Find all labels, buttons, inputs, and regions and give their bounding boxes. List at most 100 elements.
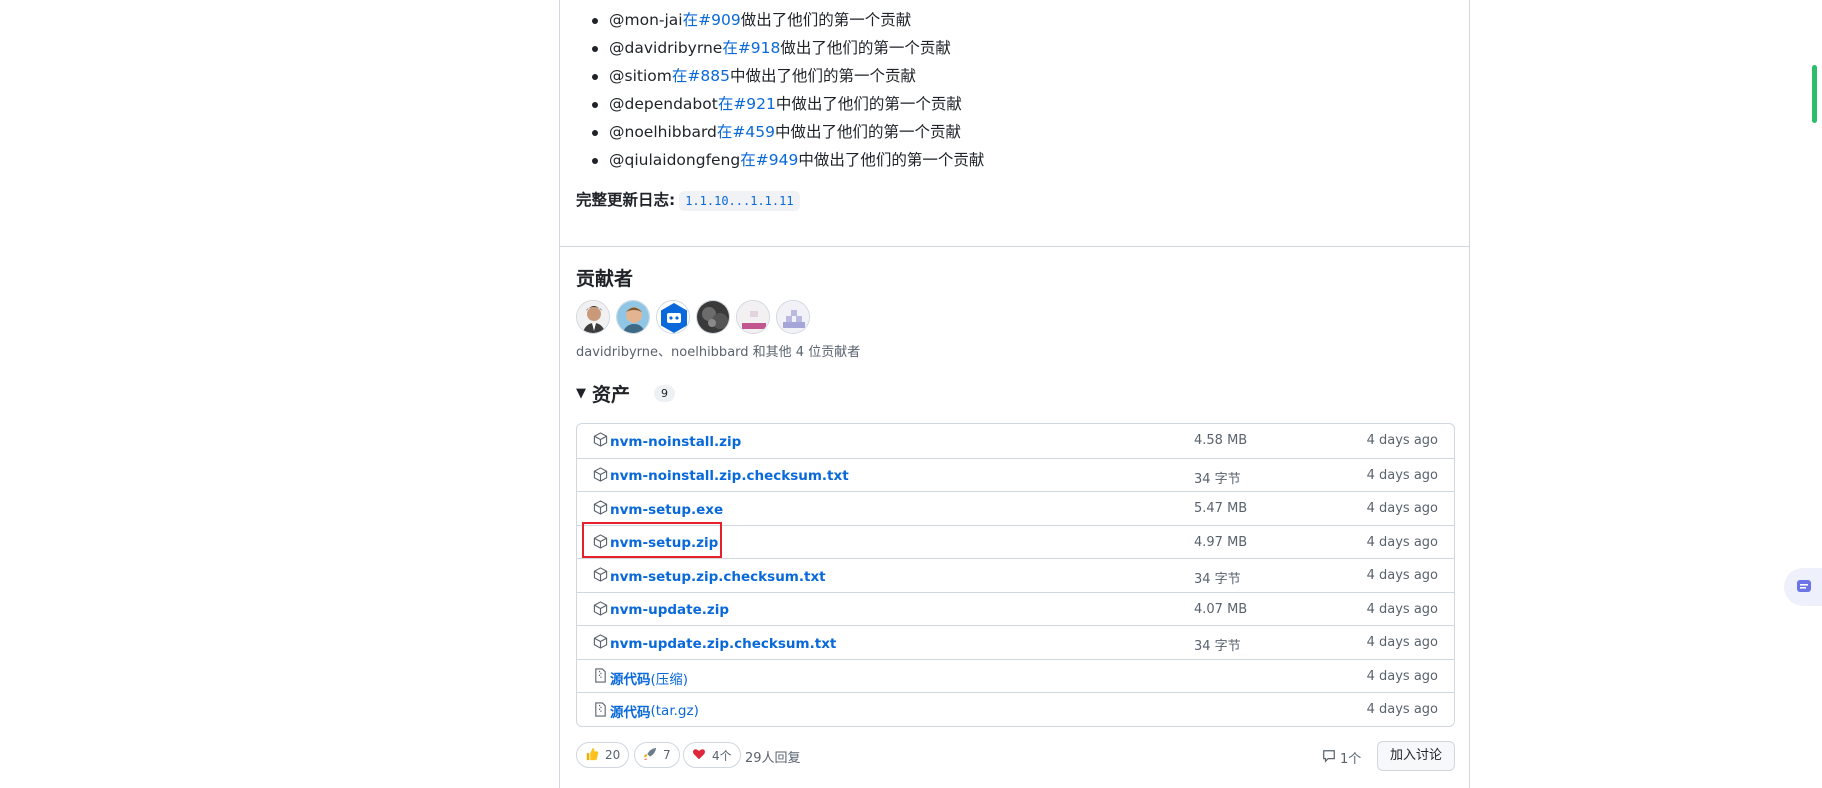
- changelog-label: 完整更新日志:: [576, 191, 676, 209]
- asset-name[interactable]: 源代码: [610, 668, 651, 688]
- package-icon: [593, 466, 610, 486]
- pr-link[interactable]: 在#921: [718, 95, 776, 113]
- user-link[interactable]: @mon-jai: [609, 11, 683, 29]
- first-contributions-list: @mon-jai在#909做出了他们的第一个贡献 @davidribyrne在#…: [591, 8, 984, 176]
- floating-assistant-button[interactable]: [1784, 568, 1822, 606]
- asset-size: 4.58 MB: [1194, 433, 1248, 448]
- table-row: nvm-noinstall.zip 4.58 MB 4 days ago: [577, 424, 1454, 458]
- pr-link[interactable]: 在#918: [722, 39, 780, 57]
- table-row: nvm-update.zip 4.07 MB 4 days ago: [577, 591, 1454, 626]
- asset-link[interactable]: nvm-update.zip: [593, 600, 729, 620]
- user-link[interactable]: @noelhibbard: [609, 123, 717, 141]
- asset-link[interactable]: nvm-setup.zip.checksum.txt: [593, 567, 826, 586]
- avatar[interactable]: [656, 300, 690, 334]
- asset-size: 34 字节: [1194, 639, 1241, 654]
- contributors-summary: davidribyrne、noelhibbard 和其他 4 位贡献者: [576, 345, 861, 360]
- table-row: 源代码 (压缩) 4 days ago: [577, 658, 1454, 693]
- avatar[interactable]: [576, 300, 610, 334]
- pr-link[interactable]: 在#949: [740, 151, 798, 169]
- table-row: nvm-setup.exe 5.47 MB 4 days ago: [577, 491, 1454, 525]
- asset-name[interactable]: nvm-setup.exe: [610, 502, 723, 518]
- table-row: nvm-setup.zip.checksum.txt 34 字节 4 days ag…: [577, 558, 1454, 592]
- asset-link[interactable]: 源代码 (tar.gz): [593, 701, 699, 721]
- comment-icon: [1322, 749, 1336, 767]
- list-item-text: 做出了他们的第一个贡献: [740, 11, 912, 29]
- list-item: @davidribyrne在#918做出了他们的第一个贡献: [591, 36, 984, 64]
- asset-date: 4 days ago: [1366, 433, 1438, 448]
- asset-date: 4 days ago: [1366, 668, 1438, 684]
- asset-date: 4 days ago: [1366, 534, 1438, 550]
- assets-table: nvm-noinstall.zip 4.58 MB 4 days ago nvm-no…: [576, 423, 1455, 727]
- list-item: @noelhibbard在#459中做出了他们的第一个贡献: [591, 120, 984, 148]
- asset-link[interactable]: 源代码 (压缩): [593, 668, 688, 688]
- package-icon: [593, 567, 610, 586]
- list-item-text: 中做出了他们的第一个贡献: [774, 123, 961, 141]
- list-item: @dependabot在#921中做出了他们的第一个贡献: [591, 92, 984, 120]
- asset-size: 34 字节: [1194, 471, 1241, 487]
- user-link[interactable]: @dependabot: [609, 95, 718, 113]
- asset-name[interactable]: nvm-noinstall.zip.checksum.txt: [610, 468, 849, 484]
- thumbs-up-count: 20: [605, 748, 621, 762]
- table-row: 源代码 (tar.gz) 4 days ago: [577, 692, 1454, 726]
- heart-count: 4个: [712, 748, 732, 763]
- file-zip-icon: [593, 668, 610, 687]
- asset-name[interactable]: nvm-update.zip: [610, 602, 729, 618]
- assets-heading[interactable]: ▼ 资产 9: [576, 380, 676, 407]
- asset-link[interactable]: nvm-update.zip.checksum.txt: [593, 634, 836, 653]
- package-icon: [593, 634, 610, 653]
- thumbs-up-reaction[interactable]: 20: [576, 742, 630, 768]
- rocket-reaction[interactable]: 7: [634, 742, 680, 768]
- avatar[interactable]: [776, 300, 810, 334]
- caret-down-icon: ▼: [576, 386, 586, 401]
- scrollbar-thumb[interactable]: [1812, 65, 1817, 123]
- user-link[interactable]: @sitiom: [609, 67, 672, 85]
- pr-link[interactable]: 在#885: [672, 67, 730, 85]
- table-row: nvm-update.zip.checksum.txt 34 字节 4 days a…: [577, 625, 1454, 659]
- thumbs-up-icon: [585, 747, 599, 764]
- asset-suffix[interactable]: (压缩): [651, 668, 689, 688]
- package-icon: [593, 600, 610, 620]
- avatar[interactable]: [696, 300, 730, 334]
- asset-size: 4.97 MB: [1194, 534, 1248, 550]
- list-item: @sitiom在#885中做出了他们的第一个贡献: [591, 64, 984, 92]
- asset-date: 4 days ago: [1366, 501, 1438, 516]
- rocket-count: 7: [663, 748, 671, 762]
- asset-name[interactable]: nvm-setup.zip.checksum.txt: [610, 569, 826, 585]
- asset-date: 4 days ago: [1366, 601, 1438, 617]
- asset-size: 4.07 MB: [1194, 601, 1248, 617]
- full-changelog: 完整更新日志: 1.1.10...1.1.11: [576, 188, 800, 211]
- asset-date: 4 days ago: [1366, 635, 1438, 650]
- asset-link[interactable]: nvm-setup.exe: [593, 500, 723, 519]
- pr-link[interactable]: 在#909: [683, 11, 741, 29]
- join-discussion-button[interactable]: 加入讨论: [1376, 741, 1455, 771]
- replies-count: 29人回复: [745, 751, 801, 766]
- user-link[interactable]: @davidribyrne: [609, 39, 722, 57]
- selection-highlight-box: [582, 522, 722, 558]
- changelog-link[interactable]: 1.1.10...1.1.11: [679, 191, 800, 211]
- list-item: @mon-jai在#909做出了他们的第一个贡献: [591, 8, 984, 36]
- asset-link[interactable]: nvm-noinstall.zip.checksum.txt: [593, 466, 849, 486]
- avatar[interactable]: [616, 300, 650, 334]
- asset-date: 4 days ago: [1366, 568, 1438, 583]
- contributors-heading: 贡献者: [576, 268, 634, 290]
- asset-size: 34 字节: [1194, 572, 1241, 587]
- asset-link[interactable]: nvm-noinstall.zip: [593, 432, 741, 451]
- asset-size: 5.47 MB: [1194, 501, 1248, 516]
- heart-reaction[interactable]: 4个: [683, 742, 741, 768]
- asset-suffix[interactable]: (tar.gz): [651, 703, 699, 719]
- assets-title: 资产: [592, 384, 631, 406]
- file-zip-icon: [593, 701, 610, 721]
- asset-name[interactable]: nvm-update.zip.checksum.txt: [610, 636, 836, 652]
- release-card: @mon-jai在#909做出了他们的第一个贡献 @davidribyrne在#…: [559, 0, 1470, 788]
- comments-link[interactable]: 1个: [1322, 748, 1361, 767]
- user-link[interactable]: @qiulaidongfeng: [609, 151, 740, 169]
- asset-name[interactable]: 源代码: [610, 701, 651, 721]
- release-notes: @mon-jai在#909做出了他们的第一个贡献 @davidribyrne在#…: [560, 0, 1469, 247]
- avatar[interactable]: [736, 300, 770, 334]
- package-icon: [593, 500, 610, 519]
- asset-date: 4 days ago: [1366, 467, 1438, 483]
- asset-name[interactable]: nvm-noinstall.zip: [610, 434, 741, 450]
- pr-link[interactable]: 在#459: [717, 123, 775, 141]
- package-icon: [593, 432, 610, 451]
- chat-icon: [1797, 580, 1811, 592]
